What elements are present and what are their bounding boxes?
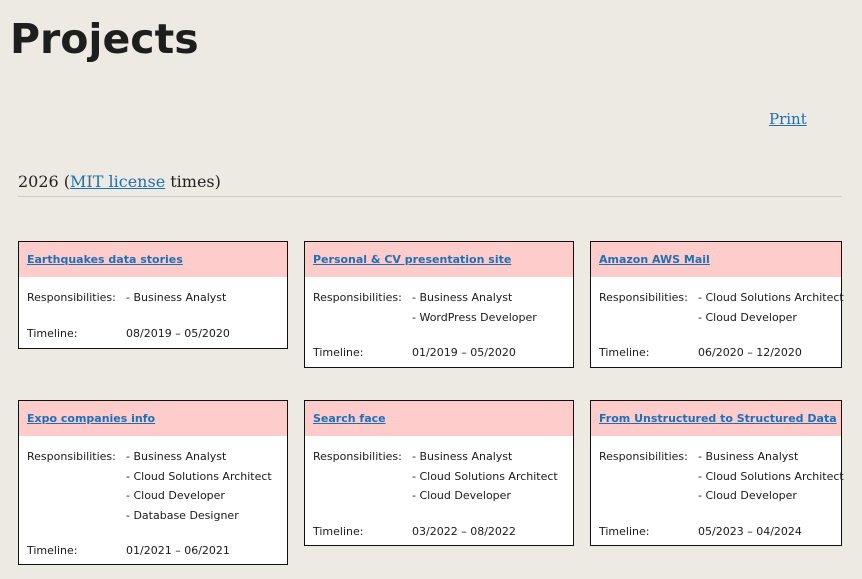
page-title: Projects [10, 15, 199, 63]
responsibilities-list: - Business Analyst [126, 288, 279, 308]
responsibility-item: - Cloud Solutions Architect [126, 469, 272, 483]
project-card: Earthquakes data stories Responsibilitie… [18, 241, 288, 349]
timeline-label: Timeline: [27, 326, 78, 340]
responsibilities-label: Responsibilities: [313, 450, 402, 463]
responsibilities-row: Responsibilities: - Business Analyst - C… [313, 447, 565, 506]
responsibilities-label: Responsibilities: [599, 291, 688, 304]
responsibility-item: - Database Designer [126, 508, 239, 522]
responsibility-item: - Cloud Solutions Architect [698, 469, 844, 483]
responsibilities-label: Responsibilities: [313, 291, 402, 304]
responsibility-item: - Business Analyst [412, 450, 513, 463]
responsibility-item: - Business Analyst [698, 450, 799, 463]
responsibilities-list: - Business Analyst - Cloud Solutions Arc… [412, 447, 565, 506]
responsibilities-label: Responsibilities: [27, 450, 116, 463]
project-card-body: Responsibilities: - Business Analyst - C… [19, 436, 287, 561]
responsibilities-label: Responsibilities: [599, 450, 688, 463]
project-card-body: Responsibilities: - Business Analyst - W… [305, 277, 573, 363]
responsibilities-list: - Business Analyst - WordPress Developer [412, 288, 565, 327]
section-heading: 2026 (MIT license times) [18, 171, 842, 197]
responsibility-item: - Cloud Developer [126, 489, 225, 502]
project-title-link[interactable]: Search face [313, 412, 386, 425]
timeline-row: Timeline: 01/2021 – 06/2021 [27, 541, 279, 561]
project-card-header: From Unstructured to Structured Data [591, 401, 841, 436]
project-card-header: Search face [305, 401, 573, 436]
responsibility-item: - Cloud Solutions Architect [698, 291, 844, 304]
timeline-label: Timeline: [27, 544, 78, 557]
section-suffix: times) [165, 172, 221, 191]
responsibility-item: - Business Analyst [412, 291, 513, 304]
timeline-value: 01/2021 – 06/2021 [126, 544, 230, 557]
timeline-label: Timeline: [599, 346, 650, 359]
project-card: From Unstructured to Structured Data Res… [590, 400, 844, 546]
responsibilities-list: - Cloud Solutions Architect - Cloud Deve… [698, 288, 844, 327]
project-title-link[interactable]: Earthquakes data stories [27, 253, 183, 266]
timeline-value: 08/2019 – 05/2020 [126, 326, 230, 340]
project-title-link[interactable]: Expo companies info [27, 412, 155, 425]
project-card: Amazon AWS Mail Responsibilities: - Clou… [590, 241, 844, 368]
project-card-body: Responsibilities: - Business Analyst Tim… [19, 277, 287, 343]
timeline-row: Timeline: 05/2023 – 04/2024 [599, 522, 833, 542]
timeline-value: 05/2023 – 04/2024 [698, 524, 802, 538]
responsibilities-row: Responsibilities: - Business Analyst - C… [599, 447, 844, 506]
project-title-link[interactable]: Personal & CV presentation site [313, 253, 511, 266]
timeline-value: 01/2019 – 05/2020 [412, 346, 516, 359]
responsibility-item: - Business Analyst [126, 291, 227, 304]
responsibilities-label: Responsibilities: [27, 291, 116, 304]
timeline-row: Timeline: 03/2022 – 08/2022 [313, 522, 565, 542]
print-link[interactable]: Print [769, 109, 807, 129]
responsibility-item: - Cloud Solutions Architect [412, 469, 558, 483]
timeline-row: Timeline: 06/2020 – 12/2020 [599, 343, 833, 363]
project-card-header: Expo companies info [19, 401, 287, 436]
timeline-value: 03/2022 – 08/2022 [412, 524, 516, 538]
timeline-row: Timeline: 01/2019 – 05/2020 [313, 343, 565, 363]
responsibilities-list: - Business Analyst - Cloud Solutions Arc… [126, 447, 279, 525]
project-card-body: Responsibilities: - Business Analyst - C… [591, 436, 844, 542]
responsibility-item: - Cloud Developer [412, 489, 511, 502]
timeline-label: Timeline: [313, 524, 364, 538]
timeline-label: Timeline: [599, 524, 650, 538]
section-year: 2026 ( [18, 172, 71, 191]
responsibilities-row: Responsibilities: - Business Analyst - W… [313, 288, 565, 327]
mit-license-link[interactable]: MIT license [70, 172, 165, 191]
project-card-header: Earthquakes data stories [19, 242, 287, 277]
responsibility-item: - WordPress Developer [412, 310, 537, 324]
project-title-link[interactable]: Amazon AWS Mail [599, 253, 710, 266]
project-card: Expo companies info Responsibilities: - … [18, 400, 288, 565]
project-title-link[interactable]: From Unstructured to Structured Data [599, 412, 837, 425]
project-card: Personal & CV presentation site Responsi… [304, 241, 574, 368]
timeline-value: 06/2020 – 12/2020 [698, 346, 802, 359]
timeline-label: Timeline: [313, 346, 364, 359]
timeline-row: Timeline: 08/2019 – 05/2020 [27, 324, 279, 344]
project-card-header: Amazon AWS Mail [591, 242, 841, 277]
responsibilities-row: Responsibilities: - Business Analyst - C… [27, 447, 279, 525]
responsibility-item: - Business Analyst [126, 450, 227, 463]
responsibility-item: - Cloud Developer [698, 489, 797, 502]
project-card-body: Responsibilities: - Business Analyst - C… [305, 436, 573, 541]
responsibility-item: - Cloud Developer [698, 310, 797, 324]
responsibilities-list: - Business Analyst - Cloud Solutions Arc… [698, 447, 844, 506]
responsibilities-row: Responsibilities: - Cloud Solutions Arch… [599, 288, 844, 327]
project-card-header: Personal & CV presentation site [305, 242, 573, 277]
responsibilities-row: Responsibilities: - Business Analyst [27, 288, 279, 308]
project-card: Search face Responsibilities: - Business… [304, 400, 574, 546]
project-card-body: Responsibilities: - Cloud Solutions Arch… [591, 277, 844, 363]
